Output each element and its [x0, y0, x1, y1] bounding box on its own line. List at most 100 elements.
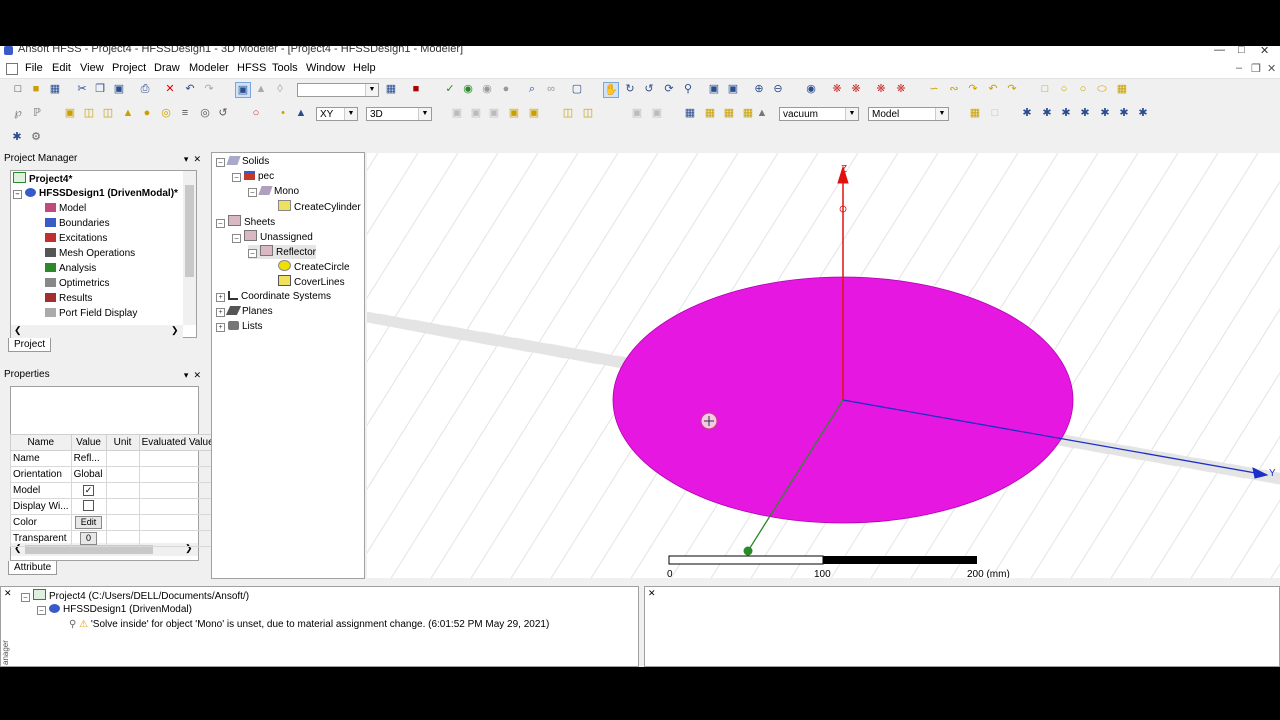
prop-row-model[interactable]: Model ✓: [10, 482, 217, 499]
tree-planes[interactable]: + Planes: [216, 305, 273, 318]
scale-icon[interactable]: ▲: [755, 106, 769, 120]
snap-6-icon[interactable]: ✱: [1117, 106, 1131, 120]
menu-window[interactable]: Window: [306, 62, 345, 74]
transparent-button[interactable]: 0: [80, 532, 98, 545]
fit-all-icon[interactable]: ▢: [570, 82, 584, 96]
render-2-icon[interactable]: ❋: [849, 82, 863, 96]
select-object-icon[interactable]: ▣: [235, 82, 251, 98]
render-4-icon[interactable]: ❋: [894, 82, 908, 96]
maximize-icon[interactable]: □: [1238, 46, 1245, 56]
menu-view[interactable]: View: [80, 62, 104, 74]
menu-tools[interactable]: Tools: [272, 62, 298, 74]
menu-draw[interactable]: Draw: [154, 62, 180, 74]
tree-solids[interactable]: – Solids: [216, 155, 269, 168]
pan-zoom-icon[interactable]: ⌕: [525, 82, 539, 96]
tree-mono[interactable]: – Mono: [248, 185, 299, 198]
draw-ellipse-icon[interactable]: ○: [1076, 82, 1090, 96]
draw-torus-icon[interactable]: ◎: [159, 106, 173, 120]
rotate-icon[interactable]: ↻: [623, 82, 637, 96]
draw-point-icon[interactable]: ○: [249, 106, 263, 120]
message-warning[interactable]: ⚲ ⚠ 'Solve inside' for object 'Mono' is …: [69, 619, 549, 630]
cut-icon[interactable]: ✂: [75, 82, 89, 96]
horizontal-scrollbar[interactable]: ❮ ❯: [11, 325, 183, 338]
split-icon[interactable]: ▣: [507, 106, 521, 120]
snap-7-icon[interactable]: ✱: [1136, 106, 1150, 120]
select-face-icon[interactable]: ▲: [254, 82, 268, 96]
grid-2-icon[interactable]: □: [988, 106, 1002, 120]
zoom-out-icon[interactable]: ⊖: [771, 82, 785, 96]
report-icon[interactable]: ∞: [544, 82, 558, 96]
snap-2-icon[interactable]: ✱: [1040, 106, 1054, 120]
prop-orientation-value[interactable]: Global: [70, 466, 107, 483]
render-icon[interactable]: ❋: [830, 82, 844, 96]
draw-region-icon[interactable]: ▦: [1115, 82, 1129, 96]
color-edit-button[interactable]: Edit: [74, 516, 103, 529]
draw-line-icon[interactable]: ∽: [927, 82, 941, 96]
analyze-icon[interactable]: ◉: [461, 82, 475, 96]
modeler-viewport[interactable]: Z Y 0 100 200 (mm): [367, 153, 1280, 578]
print-icon[interactable]: ⎙: [138, 82, 152, 96]
paste-icon[interactable]: ▣: [112, 82, 126, 96]
copy-icon[interactable]: ❐: [93, 82, 107, 96]
grid-icon[interactable]: ▦: [968, 106, 982, 120]
rotate-local-icon[interactable]: ↺: [642, 82, 656, 96]
tree-reflector[interactable]: – Reflector: [248, 245, 317, 259]
rotate-object-icon[interactable]: ▦: [741, 106, 755, 120]
info-icon[interactable]: ■: [409, 82, 423, 96]
draw-bondwire-icon[interactable]: ↺: [216, 106, 230, 120]
prop-row-color[interactable]: Color Edit: [10, 514, 217, 531]
mdi-close-icon[interactable]: ✕: [1267, 62, 1276, 75]
draw-cylinder-icon[interactable]: ◫: [82, 106, 96, 120]
tree-sheets[interactable]: – Sheets: [216, 215, 275, 229]
duplicate-icon[interactable]: ▦: [703, 106, 717, 120]
tree-lists[interactable]: + Lists: [216, 320, 263, 333]
pin-icon[interactable]: ▾: [184, 154, 189, 164]
draw-rectangle-icon[interactable]: □: [1038, 82, 1052, 96]
selection-combo[interactable]: ▼: [297, 83, 379, 97]
mdi-restore-icon[interactable]: ❐: [1251, 62, 1261, 75]
close-icon[interactable]: ✕: [1260, 46, 1269, 57]
mirror-icon[interactable]: ▦: [722, 106, 736, 120]
message-close-icon[interactable]: ✕: [4, 588, 12, 599]
menu-modeler[interactable]: Modeler: [189, 62, 229, 74]
prop-row-transparent[interactable]: Transparent 0: [10, 530, 217, 547]
properties-pin-icon[interactable]: ▾: [184, 370, 189, 380]
plane-icon[interactable]: ▲: [294, 106, 308, 120]
tree-cover-lines[interactable]: CoverLines: [278, 275, 345, 289]
draw-helix-icon[interactable]: ≡: [178, 106, 192, 120]
mode-combo[interactable]: 3D ▼: [366, 107, 432, 121]
tree-design[interactable]: – HFSSDesign1 (DrivenModal)*: [13, 187, 178, 200]
message-project[interactable]: – Project4 (C:/Users/DELL/Documents/Ansof…: [21, 589, 249, 602]
model-checkbox[interactable]: ✓: [83, 485, 95, 496]
prop-name-value[interactable]: Refl...: [70, 450, 107, 467]
redo-icon[interactable]: ↷: [202, 82, 216, 96]
subtract-icon[interactable]: ▣: [469, 106, 483, 120]
draw-arc-icon[interactable]: ↷: [966, 82, 980, 96]
display-wireframe-checkbox[interactable]: [83, 499, 95, 511]
snap-icon[interactable]: ✱: [1020, 106, 1034, 120]
draw-circle-icon[interactable]: ○: [1057, 82, 1071, 96]
collapse-icon[interactable]: –: [13, 190, 22, 199]
progress-close-icon[interactable]: ✕: [648, 588, 656, 599]
unite-icon[interactable]: ▣: [450, 106, 464, 120]
prop-row-display-wireframe[interactable]: Display Wi...: [10, 498, 217, 515]
draw-spline-icon[interactable]: ∾: [947, 82, 961, 96]
point-icon[interactable]: •: [276, 106, 290, 120]
draw-equation-icon[interactable]: ↷: [1005, 82, 1019, 96]
zoom-icon[interactable]: ⚲: [681, 82, 695, 96]
close-panel-icon[interactable]: ✕: [193, 154, 201, 164]
help-icon[interactable]: ℘: [11, 106, 25, 120]
draw-box-icon[interactable]: ▣: [63, 106, 77, 120]
relative-cs-icon[interactable]: ⚙: [29, 130, 43, 144]
tree-coordinate-systems[interactable]: + Coordinate Systems: [216, 290, 331, 303]
tab-attribute[interactable]: Attribute: [8, 561, 58, 575]
tree-item-results[interactable]: Results: [45, 292, 92, 305]
sweep-icon[interactable]: ▣: [630, 106, 644, 120]
menu-help[interactable]: Help: [353, 62, 376, 74]
select-edge-icon[interactable]: ◊: [273, 82, 287, 96]
material-combo[interactable]: vacuum ▼: [779, 107, 859, 121]
tree-item-boundaries[interactable]: Boundaries: [45, 217, 110, 230]
pan-hand-icon[interactable]: ✋: [603, 82, 619, 98]
tree-item-model[interactable]: Model: [45, 202, 86, 215]
rotate-axis-icon[interactable]: ⟳: [662, 82, 676, 96]
